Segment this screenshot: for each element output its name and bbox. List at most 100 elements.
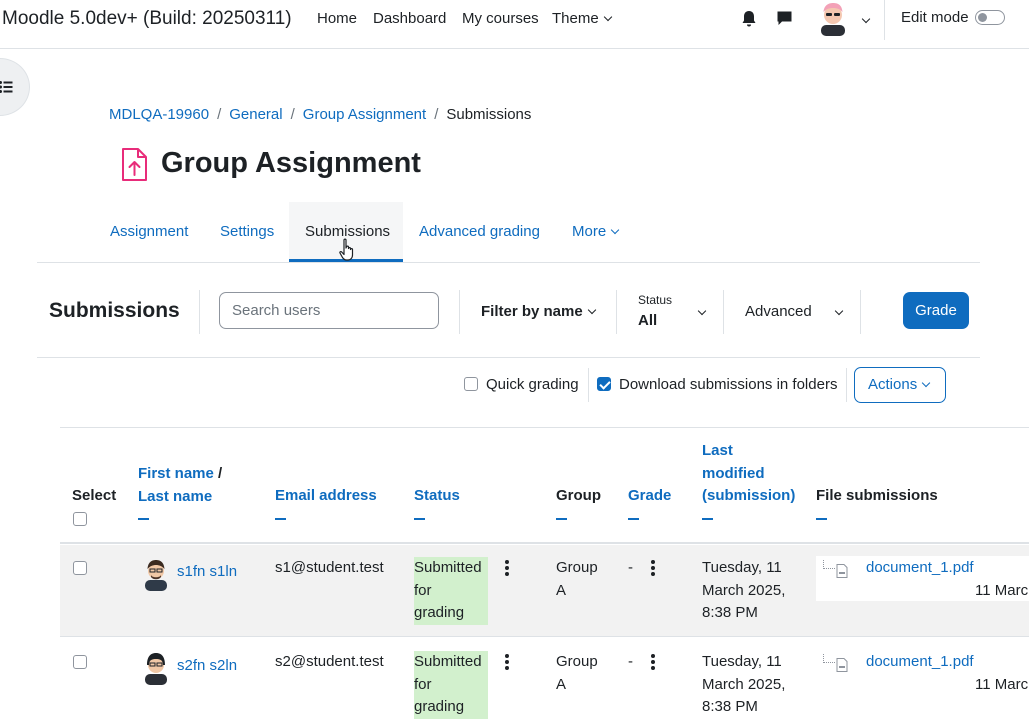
status-filter-value[interactable]: All [638,312,657,329]
chevron-down-icon [603,12,612,22]
last-modified-cell: Tuesday, 11 March 2025, 8:38 PM [702,651,785,719]
sort-last-name[interactable]: Last name [138,488,212,505]
user-menu-chevron-icon[interactable] [857,12,871,29]
actions-button[interactable]: Actions [854,367,946,403]
hand-cursor-icon [339,238,354,261]
file-submission-box: document_1.pdf 11 March [816,556,1029,601]
toolbar-divider [199,290,200,334]
tab-advanced-grading[interactable]: Advanced grading [419,223,540,240]
edit-mode-toggle[interactable] [975,10,1005,25]
group-line1: Group [556,559,598,576]
header-group-label: Group [556,487,601,504]
row-select-checkbox[interactable] [73,655,87,669]
download-in-folders-checkbox[interactable] [597,377,611,391]
header-email-label: Email address [275,487,377,504]
pdf-file-icon [836,658,848,672]
modified-line3: 8:38 PM [702,698,758,715]
status-filter-label: Status [638,293,673,307]
group-cell: Group A [556,557,598,602]
site-brand[interactable]: Moodle 5.0dev+ (Build: 20250311) [2,8,292,30]
advanced-chevron-down-icon[interactable] [830,304,844,321]
sort-dash-icon [628,517,639,520]
breadcrumb-course[interactable]: MDLQA-19960 [109,106,209,123]
student-avatar [145,653,167,685]
grade-menu-kebab-icon[interactable] [651,560,655,578]
select-all-checkbox[interactable] [73,512,87,526]
header-file-submissions: File submissions [816,485,938,520]
breadcrumb: MDLQA-19960 / General / Group Assignment / Sub… [109,106,531,123]
status-chevron-down-icon[interactable] [693,304,707,321]
row-select-checkbox[interactable] [73,561,87,575]
tab-settings[interactable]: Settings [220,223,274,240]
last-modified-cell: Tuesday, 11 March 2025, 8:38 PM [702,557,785,625]
modified-line1: Tuesday, 11 [702,559,782,576]
file-link[interactable]: document_1.pdf [866,651,974,674]
header-grade[interactable]: Grade [628,485,671,520]
student-email: s2@student.test [275,653,384,670]
bell-icon[interactable] [741,10,757,28]
table-header: Select First name / Last name Email addr… [60,427,1029,544]
sort-dash-icon [556,517,567,520]
nav-theme[interactable]: Theme [552,10,612,27]
student-avatar [145,560,167,591]
nav-dashboard[interactable]: Dashboard [373,10,446,27]
status-menu-kebab-icon[interactable] [505,560,509,578]
top-navbar: Moodle 5.0dev+ (Build: 20250311) Home Da… [0,0,1029,49]
user-avatar[interactable] [818,2,848,36]
toolbar-divider-horizontal [37,357,980,358]
header-status[interactable]: Status [414,485,460,520]
modified-line2: March 2025, [702,675,786,693]
status-line2: for [414,675,432,693]
search-users-input[interactable] [219,292,439,329]
page-title: Group Assignment [161,147,421,179]
student-name-link[interactable]: s1fn s1ln [177,561,237,584]
course-index-toggle[interactable] [0,58,30,116]
grade-menu-kebab-icon[interactable] [651,654,655,672]
group-cell: Group A [556,651,598,696]
file-date: 11 March [975,676,1029,693]
filter-by-name-dropdown[interactable]: Filter by name [481,303,596,320]
breadcrumb-separator: / [290,106,295,123]
sort-dash-icon [138,518,149,520]
status-badge: Submitted for grading [414,557,488,625]
student-name-link[interactable]: s2fn s2ln [177,655,237,678]
tab-more[interactable]: More [572,223,620,240]
quick-grading-checkbox[interactable] [464,377,478,391]
header-email[interactable]: Email address [275,485,377,520]
status-line1: Submitted [414,653,482,670]
tab-assignment[interactable]: Assignment [110,223,188,240]
group-line1: Group [556,653,598,670]
group-line2: A [556,675,567,693]
grade-value: - [628,653,633,670]
options-divider [846,368,847,402]
file-date: 11 March [975,582,1029,599]
list-icon [0,81,13,93]
breadcrumb-separator: / [434,106,439,123]
breadcrumb-section[interactable]: General [229,106,282,123]
submissions-heading: Submissions [49,299,180,322]
toolbar-divider [723,290,724,334]
assignment-upload-icon [122,148,147,181]
download-in-folders-label: Download submissions in folders [619,376,838,393]
header-last-modified-line2: modified [702,464,765,482]
sort-dash-icon [414,517,425,520]
breadcrumb-current: Submissions [446,106,532,123]
file-link[interactable]: document_1.pdf [866,557,974,580]
header-last-modified[interactable]: Last modified (submission) [702,440,795,520]
tab-more-label: More [572,223,607,240]
header-last-modified-line3: (submission) [702,487,796,504]
breadcrumb-assignment[interactable]: Group Assignment [303,106,426,123]
nav-my-courses[interactable]: My courses [462,10,539,27]
sort-first-name[interactable]: First name [138,465,214,482]
nav-home[interactable]: Home [317,10,357,27]
toolbar-divider [860,290,861,334]
grade-button[interactable]: Grade [903,292,969,329]
status-menu-kebab-icon[interactable] [505,654,509,672]
sort-dash-icon [275,517,286,520]
chat-icon[interactable] [776,10,793,27]
modified-line2: March 2025, [702,581,786,599]
grade-value: - [628,559,633,576]
header-group: Group [556,485,601,520]
advanced-filter-dropdown[interactable]: Advanced [745,303,812,320]
header-name: First name / Last name [138,463,222,520]
